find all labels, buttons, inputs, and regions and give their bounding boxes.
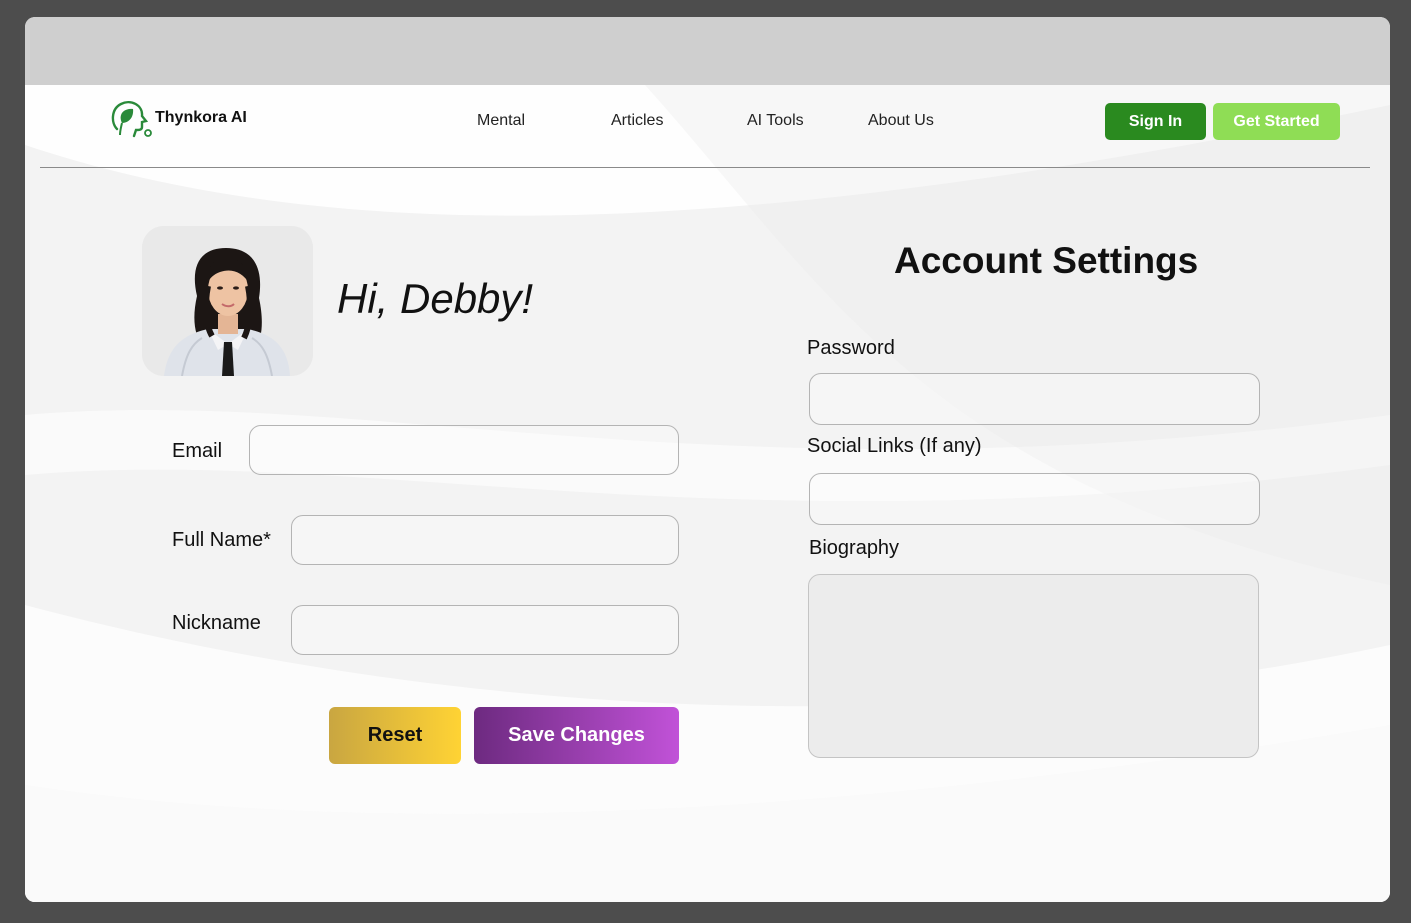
- page-content: Thynkora AI Mental Articles AI Tools Abo…: [25, 85, 1390, 902]
- social-links-field[interactable]: [809, 473, 1260, 525]
- nav-link-mental[interactable]: Mental: [477, 112, 525, 130]
- account-settings-title: Account Settings: [894, 240, 1199, 281]
- nav-link-about-us[interactable]: About Us: [868, 112, 934, 130]
- password-label: Password: [807, 337, 895, 359]
- brand-name[interactable]: Thynkora AI: [155, 109, 247, 127]
- get-started-button[interactable]: Get Started: [1213, 103, 1340, 140]
- social-links-label: Social Links (If any): [807, 435, 982, 457]
- full-name-field[interactable]: [291, 515, 679, 565]
- nickname-label: Nickname: [172, 612, 261, 634]
- reset-button[interactable]: Reset: [329, 707, 461, 764]
- nav-link-articles[interactable]: Articles: [611, 112, 663, 130]
- sign-in-button[interactable]: Sign In: [1105, 103, 1206, 140]
- full-name-label: Full Name*: [172, 529, 271, 551]
- biography-label: Biography: [809, 537, 900, 559]
- head-leaf-icon[interactable]: [109, 99, 155, 139]
- header-divider: [40, 167, 1370, 168]
- greeting: Hi, Debby!: [337, 275, 534, 322]
- save-changes-button[interactable]: Save Changes: [474, 707, 679, 764]
- password-field[interactable]: [809, 373, 1260, 425]
- user-photo: [142, 226, 313, 376]
- biography-textarea[interactable]: [808, 574, 1259, 758]
- avatar[interactable]: [142, 226, 313, 376]
- nav-link-ai-tools[interactable]: AI Tools: [747, 112, 804, 130]
- nickname-field[interactable]: [291, 605, 679, 655]
- browser-top-bar: [25, 17, 1390, 85]
- email-label: Email: [172, 440, 223, 462]
- app-window: Thynkora AI Mental Articles AI Tools Abo…: [25, 17, 1390, 902]
- email-field[interactable]: [249, 425, 679, 475]
